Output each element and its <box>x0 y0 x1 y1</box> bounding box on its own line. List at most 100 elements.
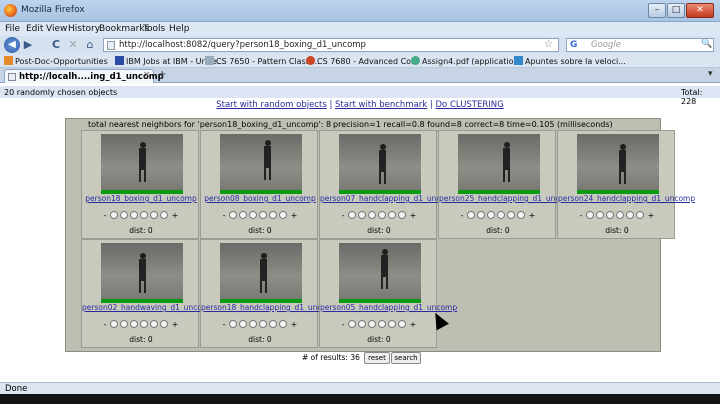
rating-radio[interactable] <box>368 320 377 328</box>
rating-radio[interactable] <box>586 211 595 219</box>
video-thumbnail[interactable] <box>339 243 421 299</box>
rating-radio[interactable] <box>239 320 248 328</box>
rating-radio[interactable] <box>487 211 496 219</box>
start-random-link[interactable]: Start with random objects <box>216 100 327 110</box>
rating-radio[interactable] <box>517 211 526 219</box>
rating-radio[interactable] <box>160 211 169 219</box>
video-thumbnail[interactable] <box>101 134 183 190</box>
rating-radio[interactable] <box>348 211 357 219</box>
video-thumbnail[interactable] <box>220 243 302 299</box>
rating-radio[interactable] <box>269 211 278 219</box>
stop-button[interactable]: ✕ <box>67 38 79 52</box>
rating-radio[interactable] <box>596 211 605 219</box>
search-icon[interactable]: 🔍 <box>701 39 712 49</box>
rating-radio[interactable] <box>120 320 129 328</box>
search-button[interactable]: search <box>391 352 421 364</box>
rating-radio[interactable] <box>378 211 387 219</box>
start-benchmark-link[interactable]: Start with benchmark <box>335 100 427 110</box>
rating-radio[interactable] <box>279 320 288 328</box>
rating-radio[interactable] <box>269 320 278 328</box>
rating-radio[interactable] <box>477 211 486 219</box>
rating-radio[interactable] <box>110 211 119 219</box>
url-text[interactable]: http://localhost:8082/query?person18_box… <box>119 40 366 50</box>
rating-radio[interactable] <box>467 211 476 219</box>
video-thumbnail[interactable] <box>220 134 302 190</box>
address-bar[interactable]: http://localhost:8082/query?person18_box… <box>103 38 559 52</box>
rating-radio[interactable] <box>636 211 645 219</box>
video-thumbnail[interactable] <box>101 243 183 299</box>
result-label[interactable]: person07_handclapping_d1_uncomp <box>320 194 457 203</box>
menu-file[interactable]: File <box>5 24 20 34</box>
result-label[interactable]: person08_boxing_d1_uncomp <box>201 194 319 203</box>
video-thumbnail[interactable] <box>577 134 659 190</box>
rating-radio[interactable] <box>368 211 377 219</box>
reset-button[interactable]: reset <box>364 352 390 364</box>
reload-button[interactable]: C <box>50 38 62 52</box>
rating-radio[interactable] <box>259 320 268 328</box>
rating-radio[interactable] <box>497 211 506 219</box>
new-tab-button[interactable]: + <box>158 69 166 80</box>
rating-radio[interactable] <box>606 211 615 219</box>
result-label[interactable]: person18_boxing_d1_uncomp <box>82 194 200 203</box>
bookmark-cs7680[interactable]: CS 7680 - Advanced Co... <box>306 56 419 66</box>
rating-radio[interactable] <box>616 211 625 219</box>
rating-radio[interactable] <box>398 320 407 328</box>
rating-radio[interactable] <box>388 211 397 219</box>
bookmark-star-icon[interactable]: ☆ <box>544 39 553 50</box>
menu-edit[interactable]: Edit <box>26 24 43 34</box>
rating-radio[interactable] <box>626 211 635 219</box>
maximize-button[interactable]: □ <box>667 3 685 18</box>
rating-radio[interactable] <box>249 211 258 219</box>
menu-tools[interactable]: Tools <box>143 24 165 34</box>
result-label[interactable]: person25_handclapping_d1_uncomp <box>439 194 576 203</box>
search-placeholder[interactable]: Google <box>591 40 621 50</box>
google-icon[interactable]: G <box>570 40 577 50</box>
tab-close-icon[interactable]: × <box>143 70 151 80</box>
rating-radio[interactable] <box>249 320 258 328</box>
rating-radio[interactable] <box>358 320 367 328</box>
rating-radio[interactable] <box>398 211 407 219</box>
rating-radio[interactable] <box>150 211 159 219</box>
rating-radio[interactable] <box>348 320 357 328</box>
result-label[interactable]: person05_handclapping_d1_uncomp <box>320 303 457 312</box>
bookmark-assign4[interactable]: Assign4.pdf (applicatio... <box>411 56 521 66</box>
back-button[interactable]: ◀ <box>4 37 20 53</box>
bookmark-apuntes[interactable]: Apuntes sobre la veloci... <box>514 56 626 66</box>
home-button[interactable]: ⌂ <box>84 38 96 52</box>
rating-radio[interactable] <box>229 211 238 219</box>
menu-view[interactable]: View <box>46 24 67 34</box>
rating-radio[interactable] <box>378 320 387 328</box>
rating-radio[interactable] <box>120 211 129 219</box>
rating-radio[interactable] <box>239 211 248 219</box>
tab-current[interactable]: http://localh....ing_d1_uncomp × <box>4 69 164 83</box>
bookmark-cs7650[interactable]: CS 7650 - Pattern Classi... <box>205 56 320 66</box>
rating-radio[interactable] <box>229 320 238 328</box>
rating-radio[interactable] <box>140 211 149 219</box>
search-box[interactable]: G Google 🔍 <box>566 38 714 52</box>
rating-radio[interactable] <box>160 320 169 328</box>
bookmark-postdoc[interactable]: Post-Doc-Opportunities <box>4 56 108 66</box>
rating-radio[interactable] <box>140 320 149 328</box>
rating-radio[interactable] <box>259 211 268 219</box>
rating-radio[interactable] <box>150 320 159 328</box>
result-label[interactable]: person02_handwaving_d1_uncomp <box>82 303 214 312</box>
close-window-button[interactable]: ✕ <box>686 3 714 18</box>
result-label[interactable]: person18_handclapping_d1_uncomp <box>201 303 338 312</box>
rating-radio[interactable] <box>388 320 397 328</box>
clustering-link[interactable]: Do CLUSTERING <box>436 100 504 110</box>
tab-list-button[interactable]: ▾ <box>708 69 713 79</box>
rating-radio[interactable] <box>130 320 139 328</box>
menu-help[interactable]: Help <box>169 24 190 34</box>
video-thumbnail[interactable] <box>458 134 540 190</box>
rating-radio[interactable] <box>130 211 139 219</box>
menu-bookmarks[interactable]: Bookmarks <box>99 24 149 34</box>
minimize-button[interactable]: – <box>648 3 666 18</box>
rating-radio[interactable] <box>358 211 367 219</box>
rating-radio[interactable] <box>110 320 119 328</box>
rating-radio[interactable] <box>279 211 288 219</box>
forward-button[interactable]: ▶ <box>22 38 34 52</box>
menu-history[interactable]: History <box>68 24 100 34</box>
rating-radio[interactable] <box>507 211 516 219</box>
result-label[interactable]: person24_handclapping_d1_uncomp <box>558 194 695 203</box>
video-thumbnail[interactable] <box>339 134 421 190</box>
